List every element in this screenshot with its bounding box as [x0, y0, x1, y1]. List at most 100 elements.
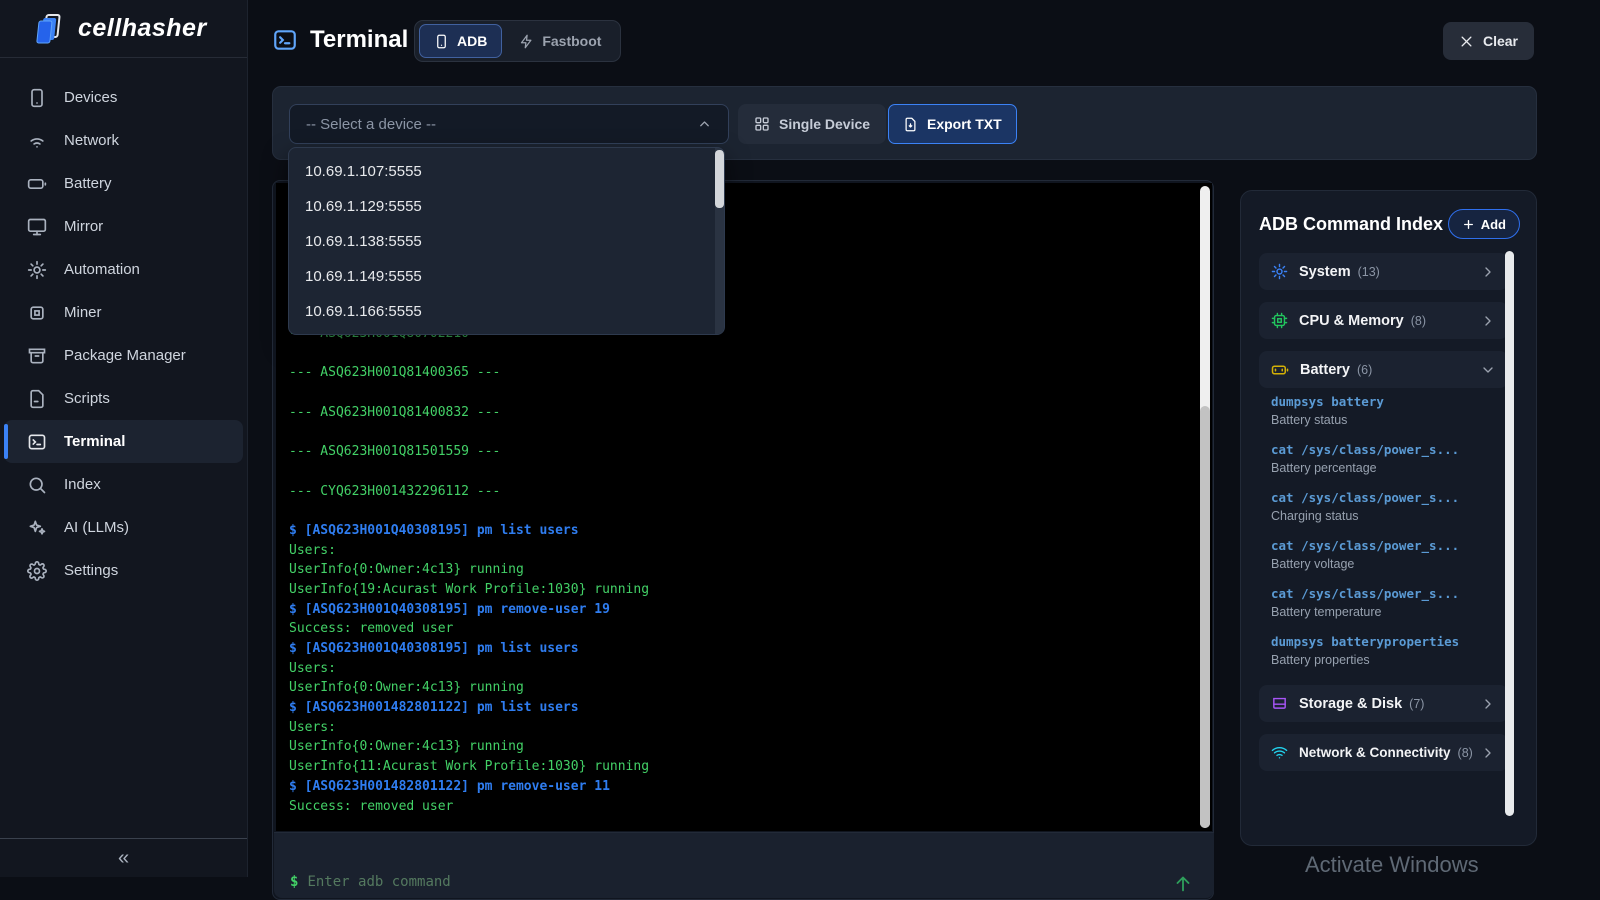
sidebar-item-network[interactable]: Network	[0, 119, 247, 162]
smartphone-icon	[434, 34, 449, 49]
category-network-connectivity[interactable]: Network & Connectivity (8)	[1259, 734, 1508, 771]
command-description: Battery temperature	[1271, 605, 1504, 619]
chevron-right-icon	[1480, 745, 1496, 761]
sidebar-item-package-manager[interactable]: Package Manager	[0, 334, 247, 377]
terminal-line	[289, 501, 649, 521]
sidebar-item-label: Index	[64, 476, 101, 493]
clear-button-label: Clear	[1483, 33, 1518, 49]
terminal-log: --- ASQ623H001Q80702210 --- --- ASQ623H0…	[289, 324, 649, 816]
command-item[interactable]: cat /sys/class/power_s... Battery temper…	[1271, 586, 1504, 619]
dropdown-scrollbar-track[interactable]	[715, 148, 724, 334]
adb-tab[interactable]: ADB	[419, 24, 502, 58]
send-arrow-icon[interactable]	[1172, 872, 1194, 894]
terminal-line: --- ASQ623H001Q81400365 ---	[289, 363, 649, 383]
cog-icon	[27, 260, 47, 280]
package-icon	[27, 346, 47, 366]
category-battery[interactable]: Battery (6)	[1259, 351, 1508, 388]
category-count: (8)	[1458, 746, 1473, 760]
sidebar-collapse-button[interactable]: «	[0, 838, 247, 877]
category-count: (6)	[1357, 363, 1372, 377]
command-code: cat /sys/class/power_s...	[1271, 538, 1504, 553]
terminal-scrollbar-track[interactable]	[1200, 186, 1210, 828]
category-storage-disk[interactable]: Storage & Disk (7)	[1259, 685, 1508, 722]
chevron-right-icon	[1480, 264, 1496, 280]
battery-icon	[27, 174, 47, 194]
terminal-line: --- CYQ623H001432296112 ---	[289, 482, 649, 502]
sidebar-item-label: Settings	[64, 562, 118, 579]
sidebar-item-label: Scripts	[64, 390, 110, 407]
sidebar-item-label: Mirror	[64, 218, 103, 235]
terminal-icon	[27, 432, 47, 452]
export-txt-button[interactable]: Export TXT	[888, 104, 1017, 144]
sidebar: cellhasher Devices Network Battery Mirro…	[0, 0, 248, 877]
clear-button[interactable]: Clear	[1443, 22, 1534, 60]
device-select-value: -- Select a device --	[306, 116, 436, 133]
terminal-scrollbar-thumb[interactable]	[1200, 406, 1210, 828]
command-description: Battery percentage	[1271, 461, 1504, 475]
sidebar-item-scripts[interactable]: Scripts	[0, 377, 247, 420]
category-label: Storage & Disk	[1299, 696, 1402, 712]
chevrons-left-icon: «	[118, 847, 129, 870]
add-command-label: Add	[1481, 217, 1506, 232]
category-label: System	[1299, 264, 1351, 280]
adb-tab-label: ADB	[457, 33, 487, 49]
command-item[interactable]: cat /sys/class/power_s... Battery voltag…	[1271, 538, 1504, 571]
chevron-right-icon	[1480, 313, 1496, 329]
adb-command-input[interactable]	[307, 874, 1172, 890]
terminal-line: Success: removed user	[289, 797, 649, 817]
single-device-label: Single Device	[779, 116, 870, 132]
command-item[interactable]: dumpsys batteryproperties Battery proper…	[1271, 634, 1504, 667]
dropdown-scrollbar-thumb[interactable]	[715, 150, 724, 208]
sidebar-item-automation[interactable]: Automation	[0, 248, 247, 291]
device-option[interactable]: 10.69.1.149:5555	[289, 259, 724, 294]
chevron-up-icon	[697, 117, 712, 132]
sidebar-item-battery[interactable]: Battery	[0, 162, 247, 205]
command-code: dumpsys batteryproperties	[1271, 634, 1504, 649]
panel-scrollbar-thumb[interactable]	[1505, 251, 1514, 816]
sidebar-item-label: Automation	[64, 261, 140, 278]
sidebar-item-mirror[interactable]: Mirror	[0, 205, 247, 248]
category-list: System (13) CPU & Memory (8) Battery (6)	[1241, 251, 1536, 771]
terminal-line	[289, 422, 649, 442]
sidebar-item-terminal[interactable]: Terminal	[4, 420, 243, 463]
command-item[interactable]: cat /sys/class/power_s... Battery percen…	[1271, 442, 1504, 475]
terminal-line-command: $ [ASQ623H001Q40308195] pm list users	[289, 639, 649, 659]
device-option[interactable]: 10.69.1.107:5555	[289, 154, 724, 189]
terminal-line: UserInfo{0:Owner:4c13} running	[289, 737, 649, 757]
category-label: Network & Connectivity	[1299, 745, 1451, 760]
sidebar-item-label: AI (LLMs)	[64, 519, 129, 536]
terminal-input-row: $	[274, 832, 1214, 898]
battery-icon	[1271, 361, 1289, 379]
category-label: Battery	[1300, 362, 1350, 378]
mode-toggle: ADB Fastboot	[414, 20, 621, 62]
single-device-button[interactable]: Single Device	[738, 104, 886, 144]
brand-name: cellhasher	[78, 14, 207, 43]
category-cpu-memory[interactable]: CPU & Memory (8)	[1259, 302, 1508, 339]
zap-icon	[519, 34, 534, 49]
command-code: cat /sys/class/power_s...	[1271, 586, 1504, 601]
sidebar-item-settings[interactable]: Settings	[0, 549, 247, 592]
cpu-icon	[1271, 312, 1288, 329]
fastboot-tab[interactable]: Fastboot	[504, 24, 616, 58]
sidebar-nav: Devices Network Battery Mirror Automatio…	[0, 58, 247, 592]
panel-header: ADB Command Index Add	[1241, 191, 1536, 251]
device-option[interactable]: 10.69.1.129:5555	[289, 189, 724, 224]
sidebar-item-devices[interactable]: Devices	[0, 76, 247, 119]
device-dropdown: 10.69.1.107:5555 10.69.1.129:5555 10.69.…	[288, 147, 725, 335]
add-command-button[interactable]: Add	[1448, 209, 1520, 239]
command-item[interactable]: dumpsys battery Battery status	[1271, 394, 1504, 427]
sidebar-item-ai-llms[interactable]: AI (LLMs)	[0, 506, 247, 549]
category-count: (7)	[1409, 697, 1424, 711]
category-system[interactable]: System (13)	[1259, 253, 1508, 290]
smartphone-icon	[27, 88, 47, 108]
device-select[interactable]: -- Select a device --	[289, 104, 729, 144]
file-download-icon	[903, 117, 918, 132]
sidebar-item-miner[interactable]: Miner	[0, 291, 247, 334]
device-option[interactable]: 10.69.1.166:5555	[289, 294, 724, 329]
sparkles-icon	[27, 518, 47, 538]
sidebar-item-index[interactable]: Index	[0, 463, 247, 506]
terminal-line-command: $ [ASQ623H001482801122] pm list users	[289, 698, 649, 718]
command-item[interactable]: cat /sys/class/power_s... Charging statu…	[1271, 490, 1504, 523]
device-option[interactable]: 10.69.1.138:5555	[289, 224, 724, 259]
category-count: (8)	[1411, 314, 1426, 328]
